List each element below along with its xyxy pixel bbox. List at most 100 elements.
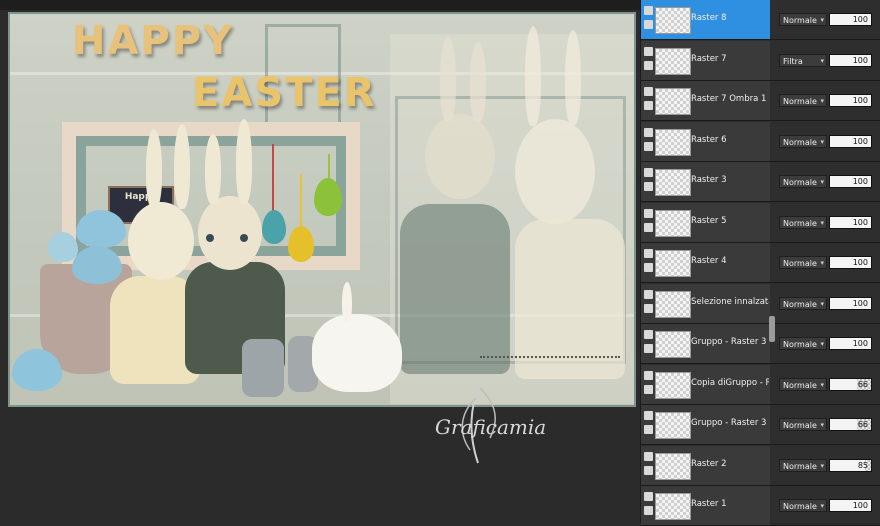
layer-thumbnail — [655, 452, 691, 480]
layer-name-cell[interactable]: Raster 1 — [641, 486, 770, 525]
blend-mode-select[interactable]: Normale ▾ — [779, 256, 827, 269]
layer-row[interactable]: Raster 1 Normale ▾ 100 — [641, 486, 880, 526]
layer-icons — [644, 127, 654, 156]
opacity-slider[interactable]: 100 — [829, 13, 872, 26]
eye-icon[interactable] — [644, 60, 653, 70]
layer-name-cell[interactable]: Gruppo - Raster 3 — [641, 324, 770, 363]
layer-name-cell[interactable]: Raster 8 — [641, 0, 770, 39]
layer-row[interactable]: Raster 2 Normale ▾ 85 — [641, 445, 880, 486]
layer-row[interactable]: Raster 8 Normale ▾ 100 — [641, 0, 880, 40]
blend-mode-select[interactable]: Normale ▾ — [779, 134, 827, 148]
image-canvas[interactable]: HAPPY EASTER Happy — [8, 12, 636, 407]
blend-mode-select[interactable]: Normale ▾ — [779, 13, 827, 26]
blend-mode-select[interactable]: Normale ▾ — [779, 296, 827, 310]
canvas-top-strip — [0, 0, 640, 10]
layer-name-cell[interactable]: Selezione innalzata — [641, 283, 770, 323]
chevron-down-icon: ▾ — [820, 56, 824, 65]
opacity-slider[interactable]: 66 — [829, 377, 872, 391]
opacity-value: 100 — [852, 15, 868, 24]
eye-icon[interactable] — [644, 20, 653, 29]
opacity-value: 100 — [852, 258, 868, 267]
eye-icon[interactable] — [644, 465, 653, 475]
opacity-slider[interactable]: 100 — [829, 337, 872, 350]
layer-row[interactable]: Raster 7 Ombra 1 Normale ▾ 100 — [641, 81, 880, 121]
layers-panel[interactable]: Raster 8 Normale ▾ 100 Raster 7 Filtra ▾ 100 Ras… — [640, 0, 880, 526]
eye-icon[interactable] — [644, 101, 653, 110]
blend-mode-select[interactable]: Normale ▾ — [779, 499, 827, 512]
layer-row[interactable]: Raster 3 Normale ▾ 100 — [641, 162, 880, 202]
raster-layer-icon — [644, 127, 653, 137]
layer-name-cell[interactable]: Raster 4 — [641, 243, 770, 282]
layer-name-cell[interactable]: Raster 5 — [641, 202, 770, 242]
eye-icon[interactable] — [644, 506, 653, 515]
layer-name-cell[interactable]: Copia diGruppo - Raster 3 — [641, 364, 770, 404]
cream-bunny-ear — [146, 129, 162, 209]
opacity-slider[interactable]: 100 — [829, 53, 872, 67]
opacity-slider[interactable]: 100 — [829, 134, 872, 148]
eye-icon[interactable] — [644, 344, 653, 353]
title-easter: EASTER — [192, 70, 377, 116]
layer-row[interactable]: Raster 5 Normale ▾ 100 — [641, 202, 880, 243]
layer-icons — [644, 492, 654, 520]
boot — [242, 339, 284, 397]
eye-icon[interactable] — [644, 303, 653, 313]
layer-thumbnail — [655, 412, 691, 439]
ghost-bunny-body-left — [400, 204, 510, 374]
eye-icon[interactable] — [644, 141, 653, 151]
layer-name-cell[interactable]: Gruppo - Raster 3 — [641, 405, 770, 444]
panel-resize-handle[interactable] — [769, 316, 775, 342]
opacity-slider[interactable]: 100 — [829, 296, 872, 310]
blend-mode-select[interactable]: Normale ▾ — [779, 377, 827, 391]
opacity-slider[interactable]: 85 — [829, 458, 872, 472]
eye-icon[interactable] — [644, 425, 653, 434]
raster-layer-icon — [644, 411, 653, 420]
layer-row[interactable]: Gruppo - Raster 3 Normale ▾ 66 — [641, 405, 880, 445]
eye-icon[interactable] — [644, 263, 653, 272]
blend-mode-select[interactable]: Normale ▾ — [779, 215, 827, 229]
opacity-slider[interactable]: 100 — [829, 256, 872, 269]
blend-mode-select[interactable]: Normale ▾ — [779, 94, 827, 107]
opacity-value: 66 — [857, 379, 868, 389]
opacity-slider[interactable]: 100 — [829, 94, 872, 107]
watermark-text: Graficamia — [435, 415, 547, 439]
layer-name: Raster 8 — [691, 13, 727, 23]
opacity-slider[interactable]: 100 — [829, 215, 872, 229]
layer-name-cell[interactable]: Raster 7 — [641, 40, 770, 80]
layer-icons — [644, 168, 654, 196]
blend-mode-select[interactable]: Normale ▾ — [779, 458, 827, 472]
layer-row[interactable]: Gruppo - Raster 3 Normale ▾ 100 — [641, 324, 880, 364]
blend-mode-select[interactable]: Normale ▾ — [779, 418, 827, 431]
white-rabbit-ear — [342, 282, 352, 322]
opacity-slider[interactable]: 100 — [829, 175, 872, 188]
blend-mode-select[interactable]: Normale ▾ — [779, 337, 827, 350]
layer-thumbnail — [655, 493, 691, 520]
layer-name-cell[interactable]: Raster 7 Ombra 1 — [641, 81, 770, 120]
layer-row[interactable]: Raster 6 Normale ▾ 100 — [641, 121, 880, 162]
layer-row[interactable]: Raster 4 Normale ▾ 100 — [641, 243, 880, 283]
layer-name: Raster 3 — [691, 175, 727, 185]
layer-name-cell[interactable]: Raster 6 — [641, 121, 770, 161]
egg-blue — [72, 246, 122, 284]
chevron-down-icon: ▾ — [820, 16, 824, 24]
opacity-value: 100 — [852, 217, 868, 227]
layer-thumbnail — [655, 371, 691, 399]
layer-name-cell[interactable]: Raster 2 — [641, 445, 770, 485]
layer-icons — [644, 46, 654, 75]
layer-name: Raster 4 — [691, 256, 727, 266]
blend-mode-select[interactable]: Filtra ▾ — [779, 53, 827, 67]
layer-thumbnail — [655, 331, 691, 358]
opacity-value: 66 — [857, 420, 868, 429]
layer-name-cell[interactable]: Raster 3 — [641, 162, 770, 201]
eye-icon[interactable] — [644, 222, 653, 232]
opacity-slider[interactable]: 66 — [829, 418, 872, 431]
opacity-slider[interactable]: 100 — [829, 499, 872, 512]
layer-row[interactable]: Selezione innalzata Normale ▾ 100 — [641, 283, 880, 324]
cream-bunny-ear — [174, 124, 190, 209]
blend-mode-value: Normale — [783, 502, 817, 511]
blend-mode-select[interactable]: Normale ▾ — [779, 175, 827, 188]
layer-row[interactable]: Copia diGruppo - Raster 3 Normale▾ 66 — [641, 364, 880, 405]
eye-icon[interactable] — [644, 182, 653, 191]
eye-icon[interactable] — [644, 384, 653, 394]
chevron-down-icon: ▾ — [820, 259, 824, 267]
layer-row[interactable]: Raster 7 Filtra ▾ 100 — [641, 40, 880, 81]
